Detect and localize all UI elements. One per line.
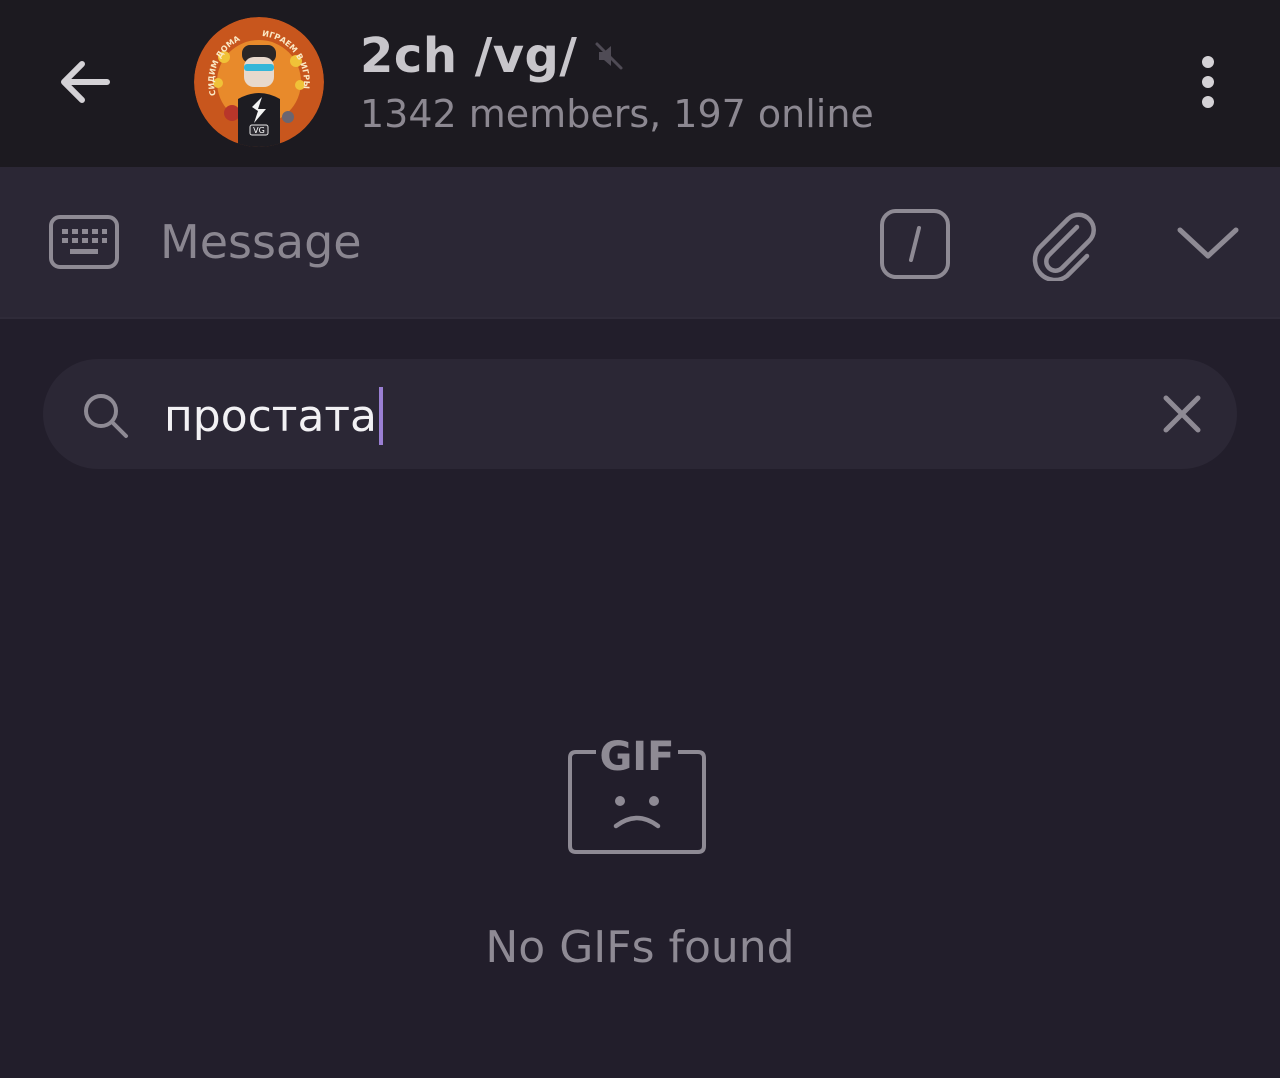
chat-title-row[interactable]: 2ch /vg/ <box>360 26 627 86</box>
chevron-down-icon <box>1177 227 1239 259</box>
empty-state-message: No GIFs found <box>485 922 795 973</box>
clear-search-button[interactable] <box>1150 382 1214 446</box>
more-options-button[interactable] <box>1180 44 1236 120</box>
gif-search-input[interactable]: простата <box>164 386 383 446</box>
chat-header: СИДИМ ДОМА ИГРАЕМ В ИГРЫ VG 2ch /vg/ 134… <box>0 0 1280 167</box>
arrow-left-icon <box>61 61 110 103</box>
avatar-image: СИДИМ ДОМА ИГРАЕМ В ИГРЫ VG <box>194 17 324 147</box>
gif-label: GIF <box>599 734 674 780</box>
paperclip-icon <box>1032 212 1096 281</box>
keyboard-toggle-button[interactable] <box>44 211 124 273</box>
chat-title: 2ch /vg/ <box>360 28 578 84</box>
chat-subtitle: 1342 members, 197 online <box>360 92 874 136</box>
bot-commands-button[interactable] <box>876 205 954 283</box>
gif-search-screen: СИДИМ ДОМА ИГРАЕМ В ИГРЫ VG 2ch /vg/ 134… <box>0 0 1280 1078</box>
back-button[interactable] <box>44 44 124 120</box>
more-vertical-icon <box>1202 56 1214 108</box>
keyboard-icon <box>49 215 119 269</box>
message-input-bar <box>0 167 1280 319</box>
close-icon <box>1163 395 1201 433</box>
text-caret <box>379 387 383 445</box>
slash-command-icon <box>880 209 950 279</box>
chat-avatar[interactable]: СИДИМ ДОМА ИГРАЕМ В ИГРЫ VG <box>194 17 324 147</box>
attach-button[interactable] <box>1022 203 1102 283</box>
message-input[interactable] <box>160 207 840 277</box>
collapse-panel-button[interactable] <box>1170 207 1246 277</box>
speaker-muted-icon <box>593 39 627 73</box>
avatar-badge: VG <box>253 126 265 135</box>
sad-gif-icon: GIF <box>562 730 712 860</box>
search-icon <box>78 388 134 444</box>
gif-search-query: простата <box>164 390 377 442</box>
